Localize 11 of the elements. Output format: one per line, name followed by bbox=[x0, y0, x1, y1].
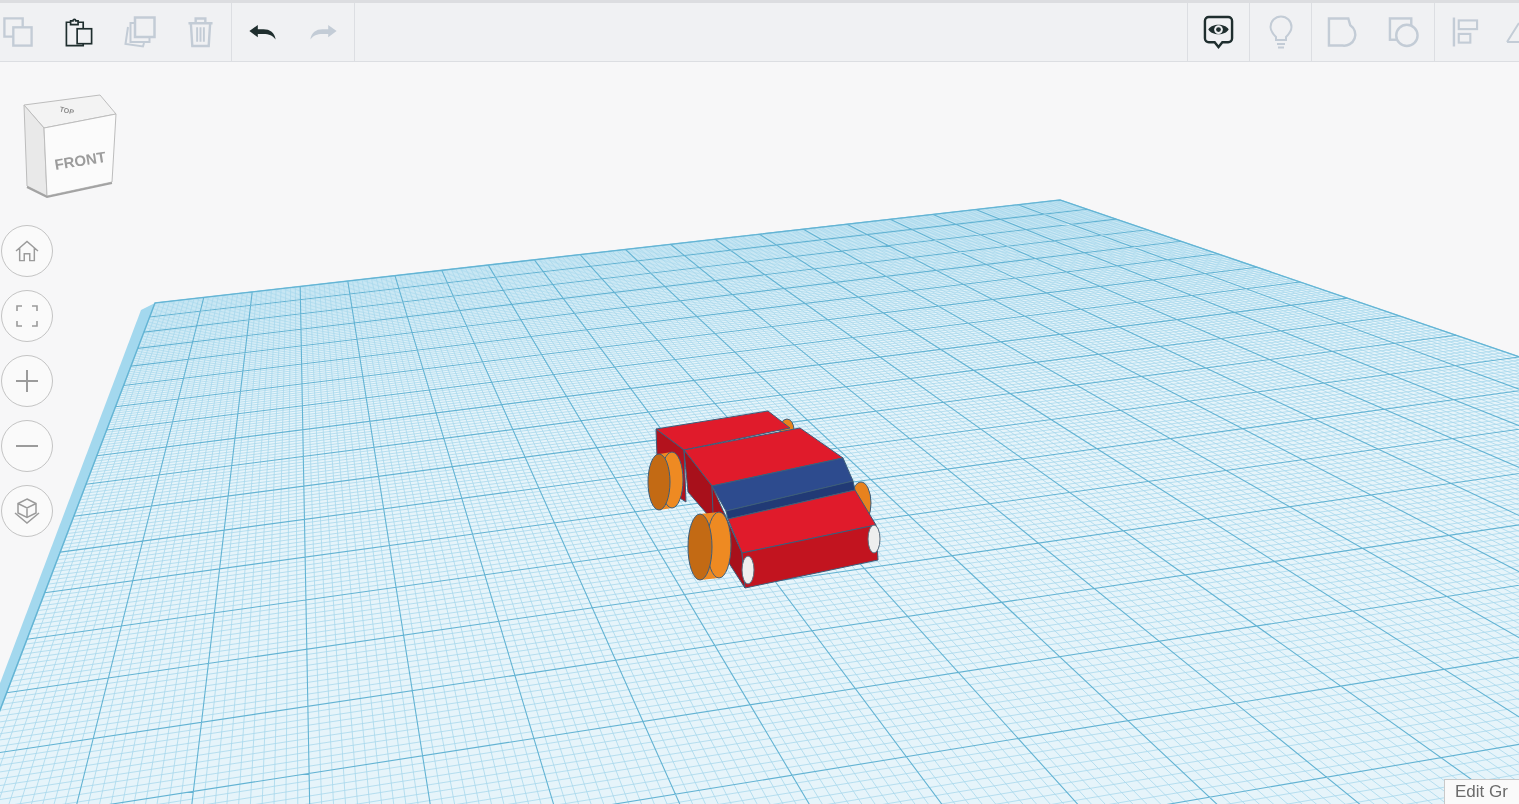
zoom-out-button[interactable] bbox=[1, 420, 53, 472]
plus-icon bbox=[16, 370, 38, 392]
home-button[interactable] bbox=[1, 225, 53, 277]
zoom-in-button[interactable] bbox=[1, 355, 53, 407]
minus-icon bbox=[16, 445, 38, 447]
fit-view-button[interactable] bbox=[1, 290, 53, 342]
house-icon bbox=[15, 240, 39, 262]
frame-corners-icon bbox=[16, 305, 38, 327]
cube-icon bbox=[14, 498, 40, 524]
view-mode-button[interactable] bbox=[1, 485, 53, 537]
edit-grid-button[interactable]: Edit Gr bbox=[1444, 779, 1519, 804]
